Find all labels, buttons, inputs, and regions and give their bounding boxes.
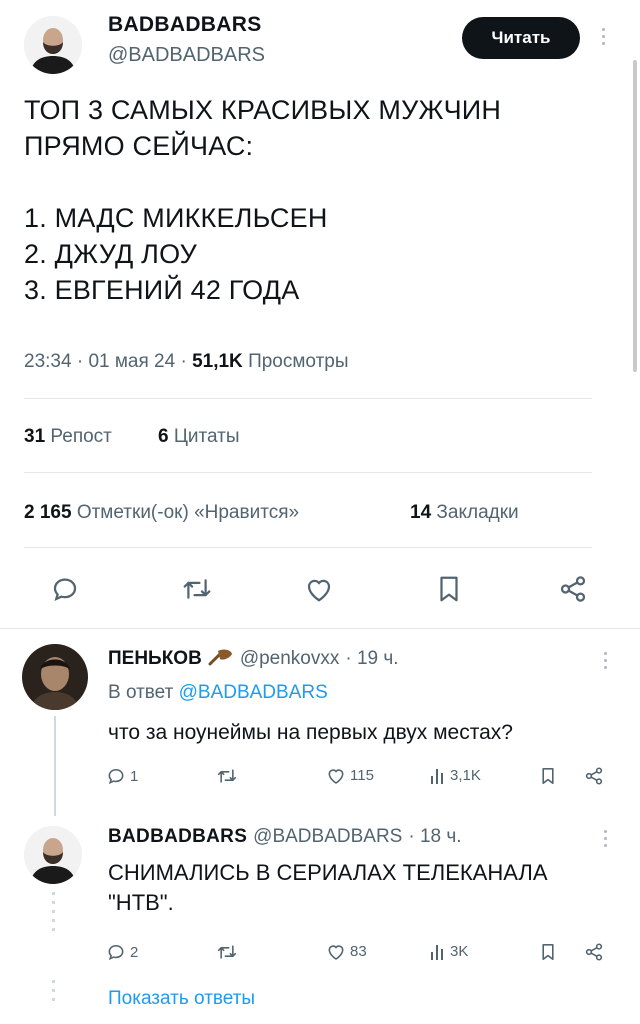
reply2-reply-action[interactable]: 2 — [106, 942, 138, 962]
reposts-count: 31 — [24, 426, 46, 447]
reply1-author-name[interactable]: ПЕНЬКОВ — [108, 648, 202, 670]
views-label: Просмотры — [248, 351, 349, 372]
bookmarks-stat[interactable]: 14 Закладки — [410, 502, 519, 524]
tweet-meta: 23:34 · 01 мая 24 · 51,1K Просмотры — [24, 351, 349, 373]
meta-separator: · — [180, 351, 187, 372]
likes-count: 2 165 — [24, 502, 72, 523]
share-icon — [585, 943, 603, 961]
reply1-bookmark-action[interactable] — [540, 766, 556, 786]
tweet-time[interactable]: 23:34 — [24, 351, 72, 372]
reply1-like-action[interactable]: 115 — [326, 766, 374, 785]
like-icon — [328, 945, 344, 960]
reply2-author-name[interactable]: BADBADBARS — [108, 826, 247, 848]
reply1-time[interactable]: · 19 ч. — [345, 648, 398, 670]
show-replies-link[interactable]: Показать ответы — [108, 988, 255, 1010]
reply-icon — [108, 944, 124, 961]
more-options-icon[interactable] — [602, 28, 605, 45]
reply1-views-count: 3,1K — [450, 766, 481, 784]
reply2-views-action[interactable]: 3K — [430, 942, 468, 960]
reply1-likes-count: 115 — [350, 767, 374, 784]
reply-to-label: В ответ — [108, 682, 174, 703]
reply2-like-action[interactable]: 83 — [326, 942, 367, 961]
tweet-date[interactable]: 01 мая 24 — [88, 351, 175, 372]
bookmark-icon[interactable] — [432, 572, 466, 606]
reply1-more-options-icon[interactable] — [604, 652, 607, 669]
reply1-avatar[interactable] — [22, 644, 88, 710]
reply-icon[interactable] — [48, 572, 82, 606]
reply-to-handle[interactable]: @BADBADBARS — [179, 682, 328, 703]
views-count: 51,1K — [192, 351, 243, 372]
divider — [24, 398, 592, 399]
repost-icon[interactable] — [178, 572, 216, 606]
bookmark-icon — [542, 768, 554, 784]
reply1-replies-count: 1 — [130, 767, 139, 785]
thread-line — [54, 716, 56, 816]
bookmarks-count: 14 — [410, 502, 432, 523]
reply2-views-count: 3K — [450, 942, 469, 960]
likes-stat[interactable]: 2 165 Отметки(-ок) «Нравится» — [24, 502, 299, 524]
like-icon[interactable] — [302, 572, 336, 606]
reply1-share-action[interactable] — [584, 766, 604, 786]
reposts-label: Репост — [50, 426, 112, 447]
reply1-views-action[interactable]: 3,1K — [430, 766, 481, 784]
author-handle[interactable]: @BADBADBARS — [108, 44, 265, 67]
reply1-reply-to: В ответ @BADBADBARS — [108, 682, 328, 704]
quotes-stat[interactable]: 6 Цитаты — [158, 426, 240, 448]
repost-icon — [217, 769, 237, 783]
reply2-header: BADBADBARS @BADBADBARS · 18 ч. — [108, 826, 462, 848]
views-icon — [431, 769, 443, 784]
repost-icon — [217, 945, 237, 959]
likes-label: Отметки(-ок) «Нравится» — [76, 502, 300, 523]
scrollbar-thumb[interactable] — [633, 60, 637, 372]
reply2-avatar-image — [24, 826, 82, 884]
author-name[interactable]: BADBADBARS — [108, 13, 262, 37]
reply2-likes-count: 83 — [350, 943, 367, 960]
author-avatar[interactable] — [24, 16, 82, 74]
reposts-stat[interactable]: 31 Репост — [24, 426, 112, 448]
divider — [0, 628, 640, 629]
views-icon — [431, 945, 443, 960]
reply1-reply-action[interactable]: 1 — [106, 766, 138, 786]
quotes-count: 6 — [158, 426, 169, 447]
reply2-time[interactable]: · 18 ч. — [408, 826, 461, 848]
follow-button[interactable]: Читать — [462, 17, 580, 59]
reply1-avatar-image — [22, 644, 88, 710]
thread-dotted-line — [52, 892, 55, 931]
bookmarks-label: Закладки — [436, 502, 519, 523]
tweet-text: ТОП 3 САМЫХ КРАСИВЫХ МУЖЧИН ПРЯМО СЕЙЧАС… — [24, 95, 502, 305]
share-icon[interactable] — [556, 572, 590, 606]
reply1-repost-action[interactable] — [216, 766, 238, 786]
reply-icon — [108, 768, 124, 785]
reply2-avatar[interactable] — [24, 826, 82, 884]
reply1-handle[interactable]: @penkovxx — [240, 648, 340, 670]
quotes-label: Цитаты — [173, 426, 240, 447]
bookmark-icon — [542, 944, 554, 960]
author-avatar-image — [24, 16, 82, 74]
meta-separator: · — [76, 351, 84, 372]
reply2-handle[interactable]: @BADBADBARS — [253, 826, 402, 848]
reply2-share-action[interactable] — [584, 942, 604, 962]
thread-dotted-line — [52, 980, 55, 1001]
reply2-repost-action[interactable] — [216, 942, 238, 962]
divider — [24, 472, 592, 473]
reply2-more-options-icon[interactable] — [604, 830, 607, 847]
like-icon — [328, 769, 344, 784]
share-icon — [585, 767, 603, 785]
divider — [24, 547, 592, 548]
reply2-text: СНИМАЛИСЬ В СЕРИАЛАХ ТЕЛЕКАНАЛА "НТВ". — [108, 860, 548, 915]
reply2-replies-count: 2 — [130, 943, 139, 961]
shovel-icon — [208, 646, 234, 672]
reply1-header: ПЕНЬКОВ @penkovxx · 19 ч. — [108, 646, 399, 672]
reply1-text: что за ноунеймы на первых двух местах? — [108, 721, 513, 744]
reply2-bookmark-action[interactable] — [540, 942, 556, 962]
